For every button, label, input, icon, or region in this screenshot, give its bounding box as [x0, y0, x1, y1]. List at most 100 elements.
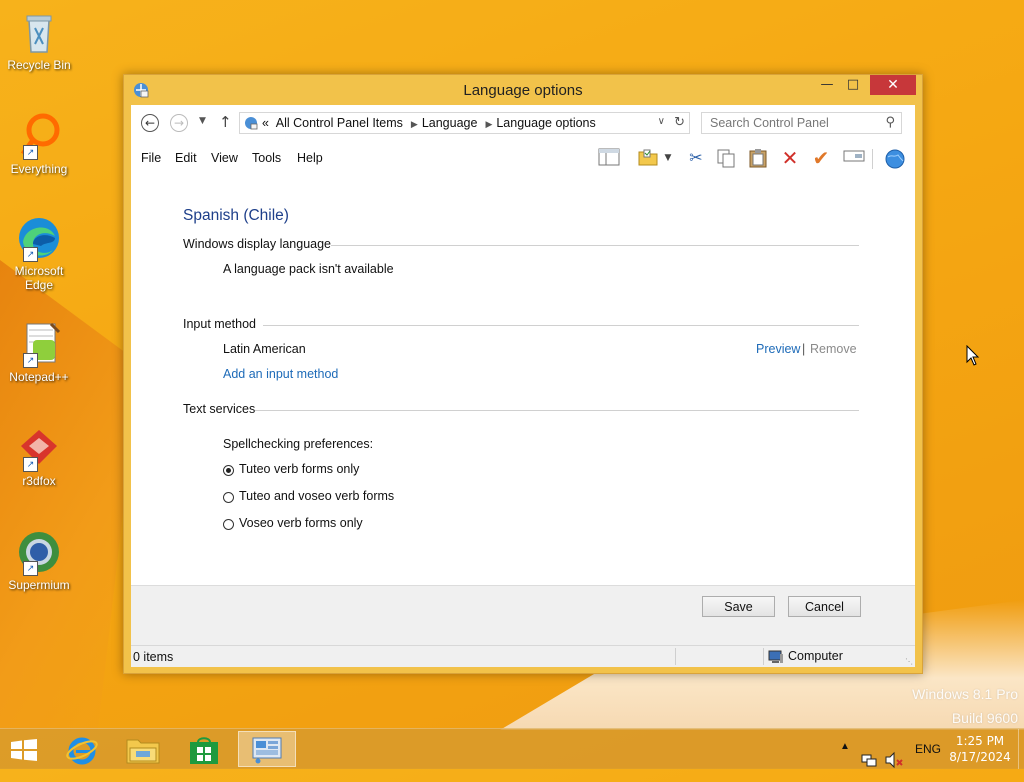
- taskbar: ▲ ENG 1:25 PM 8/17/2024: [0, 728, 1024, 769]
- desktop-icon-label: Supermium: [8, 578, 70, 592]
- status-bar: 0 items Computer ⋱: [131, 645, 915, 667]
- radio-voseo-only[interactable]: [223, 519, 234, 530]
- breadcrumb-separator-icon[interactable]: ▶: [411, 119, 418, 129]
- window-title: Language options: [463, 82, 583, 99]
- desktop-icon-label: Recycle Bin: [7, 58, 71, 72]
- everything-search-icon: ↗: [15, 112, 63, 160]
- desktop-icon-supermium[interactable]: ↗ Supermium: [4, 528, 74, 592]
- radio-tuteo-only[interactable]: [223, 465, 234, 476]
- menu-file[interactable]: File: [141, 151, 161, 165]
- section-divider: [263, 325, 859, 326]
- control-panel-icon: [245, 117, 258, 130]
- remove-link[interactable]: Remove: [810, 342, 857, 356]
- forward-arrow-icon[interactable]: →: [170, 114, 188, 132]
- rename-icon[interactable]: [842, 148, 866, 168]
- desktop-icon-label: Everything: [10, 162, 68, 176]
- menu-view[interactable]: View: [211, 151, 238, 165]
- status-item-count: 0 items: [133, 650, 174, 664]
- notepad-plus-plus-icon: ↗: [15, 320, 63, 368]
- address-history-chevron-icon[interactable]: ∨: [658, 116, 665, 127]
- desktop-icon-label: r3dfox: [22, 474, 56, 488]
- input-method-name: Latin American: [223, 342, 306, 356]
- windows-logo-icon: [11, 739, 37, 761]
- properties-check-icon[interactable]: ✔: [809, 148, 833, 168]
- refresh-icon[interactable]: ↻: [674, 115, 685, 130]
- section-divider: [331, 245, 859, 246]
- up-arrow-icon[interactable]: ↑: [219, 113, 232, 131]
- menu-edit[interactable]: Edit: [175, 151, 197, 165]
- section-windows-display-language: Windows display language: [183, 237, 859, 251]
- input-language-indicator[interactable]: ENG: [915, 742, 941, 782]
- os-watermark-edition: Windows 8.1 Pro: [912, 686, 1018, 702]
- section-input-method: Input method: [183, 317, 859, 331]
- folder-options-icon[interactable]: [636, 148, 660, 168]
- maximize-button[interactable]: □: [840, 75, 866, 95]
- show-hidden-icons-chevron-icon[interactable]: ▲: [840, 741, 850, 781]
- menu-help[interactable]: Help: [297, 151, 323, 165]
- layout-pane-icon[interactable]: [597, 148, 621, 168]
- taskbar-store[interactable]: [177, 731, 233, 767]
- taskbar-control-panel[interactable]: [238, 731, 296, 767]
- taskbar-file-explorer[interactable]: [116, 731, 172, 767]
- link-separator: |: [802, 342, 806, 356]
- shortcut-arrow-icon: ↗: [23, 561, 38, 576]
- content-area: Spanish (Chile) Windows display language…: [131, 173, 915, 585]
- taskbar-clock[interactable]: 1:25 PM 8/17/2024: [948, 733, 1012, 765]
- save-button[interactable]: Save: [702, 596, 775, 617]
- desktop-icon-label: Microsoft Edge: [14, 264, 64, 292]
- add-input-method-link[interactable]: Add an input method: [223, 367, 338, 381]
- status-divider: [763, 648, 764, 665]
- desktop-icon-r3dfox[interactable]: ↗ r3dfox: [4, 424, 74, 488]
- shortcut-arrow-icon: ↗: [23, 457, 38, 472]
- recent-locations-chevron-icon[interactable]: ▼: [199, 116, 206, 126]
- status-location: Computer: [788, 649, 843, 663]
- start-button[interactable]: [0, 731, 56, 767]
- radio-label-tuteo-and-voseo[interactable]: Tuteo and voseo verb forms: [239, 489, 394, 503]
- desktop-icon-microsoft-edge[interactable]: ↗ Microsoft Edge: [4, 214, 74, 292]
- shortcut-arrow-icon: ↗: [23, 145, 38, 160]
- cancel-button[interactable]: Cancel: [788, 596, 861, 617]
- radio-label-tuteo-only[interactable]: Tuteo verb forms only: [239, 462, 359, 476]
- folder-options-chevron-icon[interactable]: ▼: [661, 148, 675, 168]
- control-panel-icon: [252, 737, 282, 764]
- copy-icon[interactable]: [714, 148, 738, 168]
- back-arrow-icon[interactable]: ←: [141, 114, 159, 132]
- minimize-button[interactable]: —: [814, 75, 840, 95]
- breadcrumb-overflow[interactable]: «: [262, 116, 269, 130]
- breadcrumb-all-control-panel-items[interactable]: All Control Panel Items: [276, 116, 403, 130]
- breadcrumb-separator-icon[interactable]: ▶: [485, 119, 492, 129]
- paste-clipboard-icon[interactable]: [746, 148, 770, 168]
- desktop-icon-recycle-bin[interactable]: Recycle Bin: [4, 8, 74, 72]
- desktop-icon-label: Notepad++: [9, 370, 69, 384]
- taskbar-internet-explorer[interactable]: [54, 731, 110, 767]
- globe-icon[interactable]: [883, 148, 907, 169]
- desktop-icon-everything[interactable]: ↗ Everything: [4, 112, 74, 176]
- speaker-muted-icon[interactable]: [884, 740, 904, 780]
- window-client: ← → ▼ ↑ « All Control Panel Items ▶ Langua…: [131, 105, 915, 667]
- desktop-icon-notepad-plus-plus[interactable]: ↗ Notepad++: [4, 320, 74, 384]
- cut-scissors-icon[interactable]: ✂: [684, 148, 708, 168]
- shortcut-arrow-icon: ↗: [23, 353, 38, 368]
- search-box[interactable]: ⚲: [701, 112, 902, 134]
- resize-grip-icon[interactable]: ⋱: [905, 657, 913, 666]
- search-input[interactable]: [708, 115, 877, 131]
- menu-tools[interactable]: Tools: [252, 151, 281, 165]
- delete-x-icon[interactable]: ✕: [778, 148, 802, 168]
- radio-label-voseo-only[interactable]: Voseo verb forms only: [239, 516, 363, 530]
- close-button[interactable]: ✕: [870, 75, 916, 95]
- breadcrumb-language-options[interactable]: Language options: [496, 116, 595, 130]
- recycle-bin-icon: [15, 8, 63, 56]
- supermium-icon: ↗: [15, 528, 63, 576]
- radio-tuteo-and-voseo[interactable]: [223, 492, 234, 503]
- show-desktop-button[interactable]: [1018, 729, 1024, 769]
- search-icon[interactable]: ⚲: [885, 115, 895, 130]
- preview-link[interactable]: Preview: [756, 342, 800, 356]
- address-bar[interactable]: « All Control Panel Items ▶ Language ▶ Langu…: [239, 112, 690, 134]
- title-bar[interactable]: Language options — □ ✕: [124, 75, 922, 105]
- breadcrumb-language[interactable]: Language: [422, 116, 478, 130]
- network-icon[interactable]: [860, 741, 878, 781]
- section-heading: Input method: [183, 317, 256, 331]
- store-bag-icon: [190, 737, 218, 764]
- clock-date: 8/17/2024: [949, 750, 1011, 764]
- dialog-button-area: Save Cancel: [131, 585, 915, 646]
